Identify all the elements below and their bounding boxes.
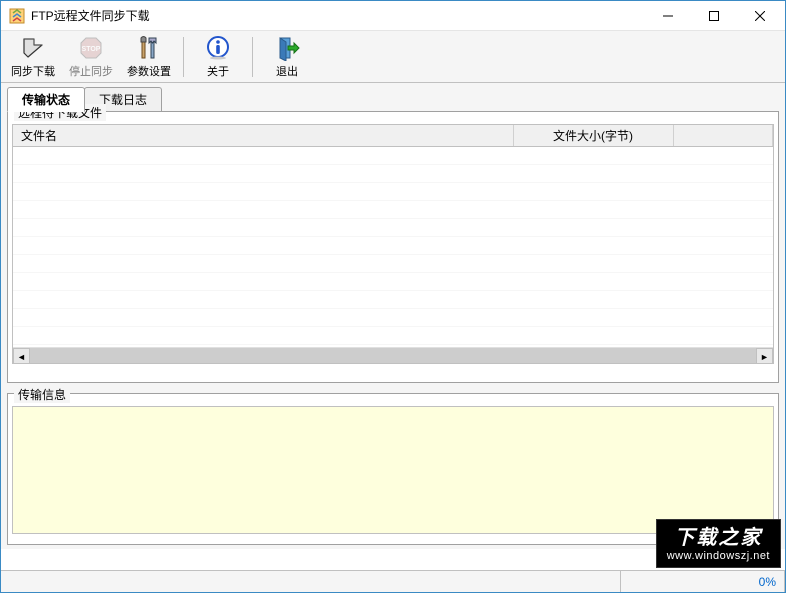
statusbar: 0% (1, 570, 785, 592)
remote-pending-group: 远程待下载文件 文件名 文件大小(字节) ◄ ► (7, 111, 779, 383)
table-body[interactable] (13, 147, 773, 347)
content-area: 远程待下载文件 文件名 文件大小(字节) ◄ ► (1, 111, 785, 549)
about-label: 关于 (207, 63, 229, 79)
close-button[interactable] (737, 1, 783, 31)
watermark: 下载之家 www.windowszj.net (656, 519, 781, 568)
exit-label: 退出 (276, 63, 298, 79)
stop-sync-label: 停止同步 (69, 63, 113, 79)
stop-icon: STOP (78, 35, 104, 61)
col-filesize[interactable]: 文件大小(字节) (513, 125, 673, 147)
settings-button[interactable]: 参数设置 (121, 33, 177, 81)
sync-download-label: 同步下载 (11, 63, 55, 79)
file-table[interactable]: 文件名 文件大小(字节) ◄ ► (12, 124, 774, 364)
tab-transfer-status[interactable]: 传输状态 (7, 87, 85, 112)
toolbar-separator-2 (252, 37, 253, 77)
settings-label: 参数设置 (127, 63, 171, 79)
toolbar: 同步下载 STOP 停止同步 参数设置 (1, 31, 785, 83)
toolbar-separator (183, 37, 184, 77)
scroll-right-button[interactable]: ► (756, 348, 773, 364)
maximize-button[interactable] (691, 1, 737, 31)
watermark-main: 下载之家 (667, 526, 770, 550)
exit-icon (274, 35, 300, 61)
sync-download-button[interactable]: 同步下载 (5, 33, 61, 81)
transfer-info-area[interactable] (12, 406, 774, 534)
about-button[interactable]: 关于 (190, 33, 246, 81)
minimize-button[interactable] (645, 1, 691, 31)
exit-button[interactable]: 退出 (259, 33, 315, 81)
status-progress: 0% (621, 571, 785, 592)
titlebar: FTP远程文件同步下载 (1, 1, 785, 31)
stop-sync-button: STOP 停止同步 (63, 33, 119, 81)
app-icon (9, 8, 25, 24)
horizontal-scrollbar[interactable]: ◄ ► (13, 347, 773, 364)
scroll-thumb[interactable] (30, 348, 756, 364)
transfer-info-legend: 传输信息 (14, 386, 70, 403)
status-left (1, 571, 621, 592)
scroll-track[interactable] (30, 348, 756, 364)
window-title: FTP远程文件同步下载 (31, 7, 645, 24)
download-arrow-icon (20, 35, 46, 61)
col-filename[interactable]: 文件名 (13, 125, 513, 147)
tabs-container: 传输状态 下载日志 (1, 83, 785, 111)
svg-text:STOP: STOP (82, 46, 101, 53)
scroll-left-button[interactable]: ◄ (13, 348, 30, 364)
info-icon (205, 35, 231, 61)
progress-label: 0% (759, 575, 776, 589)
col-spacer (673, 125, 773, 147)
tools-icon (136, 35, 162, 61)
watermark-sub: www.windowszj.net (667, 550, 770, 563)
window-controls (645, 1, 783, 31)
